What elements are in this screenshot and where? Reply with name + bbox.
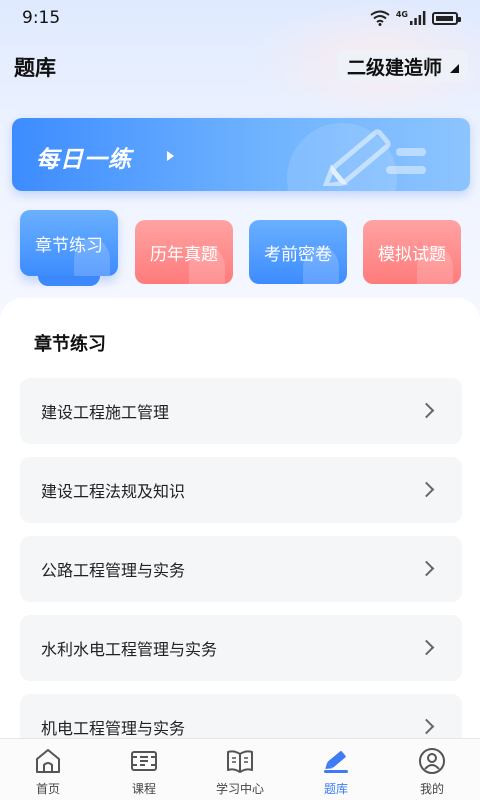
subject-label: 水利水电工程管理与实务 [41,640,218,659]
book-icon [227,750,253,773]
home-icon [36,749,60,773]
nav-label: 题库 [323,782,348,796]
daily-practice-banner[interactable]: 每日一练 [12,118,470,191]
tab-label: 考前密卷 [264,244,332,265]
tab-label: 历年真题 [150,244,218,265]
play-arrow-icon [167,151,174,161]
subject-label: 机电工程管理与实务 [41,719,186,738]
subject-item[interactable]: 建设工程法规及知识 [20,457,462,523]
page-title: 题库 [14,56,56,80]
nav-item-profile[interactable]: 我的 [384,739,480,800]
tab-label: 章节练习 [35,235,103,256]
status-icons: 4G [370,9,461,26]
app-header: 题库 二级建造师 [0,46,480,86]
nav-item-home[interactable]: 首页 [0,739,96,800]
bottom-nav: 首页 课程 学习中心 题库 我的 [0,738,480,800]
user-icon [419,748,445,774]
section-title: 章节练习 [34,334,106,355]
chevron-right-icon [418,639,435,656]
tab-past-exams[interactable]: 历年真题 [135,220,233,284]
content-card: 章节练习 建设工程施工管理 建设工程法规及知识 公路工程管理与实务 水利水电工程… [0,298,480,800]
battery-icon [432,11,461,25]
pen-icon [324,751,348,773]
status-bar: 9:15 4G [0,0,480,36]
exam-type-label: 二级建造师 [346,56,442,79]
nav-label: 课程 [131,782,156,796]
chevron-right-icon [418,481,435,498]
signal-icon [410,11,426,25]
category-tabs: 章节练习 历年真题 考前密卷 模拟试题 [0,208,480,294]
daily-practice-label: 每日一练 [36,147,132,173]
pencil-icon [321,129,426,186]
nav-label: 学习中心 [215,782,264,796]
nav-item-question-bank[interactable]: 题库 [288,739,384,800]
subject-label: 建设工程法规及知识 [41,482,186,501]
tab-mock-tests[interactable]: 模拟试题 [363,220,461,284]
wifi-icon [370,10,390,26]
network-type-label: 4G [395,9,408,19]
tab-pre-exam-papers[interactable]: 考前密卷 [249,220,347,284]
chevron-right-icon [418,718,435,735]
nav-label: 我的 [419,782,444,796]
exam-type-selector[interactable]: 二级建造师 [336,50,468,82]
tab-chapter-practice[interactable]: 章节练习 [20,210,118,276]
subject-item[interactable]: 水利水电工程管理与实务 [20,615,462,681]
subject-item[interactable]: 公路工程管理与实务 [20,536,462,602]
nav-item-learning-center[interactable]: 学习中心 [192,739,288,800]
subject-item[interactable]: 建设工程施工管理 [20,378,462,444]
chevron-right-icon [418,402,435,419]
tab-label: 模拟试题 [378,244,446,265]
subject-label: 建设工程施工管理 [41,403,170,422]
status-time: 9:15 [22,8,61,28]
dropdown-caret-icon [450,64,459,73]
chevron-right-icon [418,560,435,577]
course-icon [131,751,157,771]
nav-item-course[interactable]: 课程 [96,739,192,800]
subject-label: 公路工程管理与实务 [41,561,186,580]
nav-label: 首页 [35,782,60,796]
